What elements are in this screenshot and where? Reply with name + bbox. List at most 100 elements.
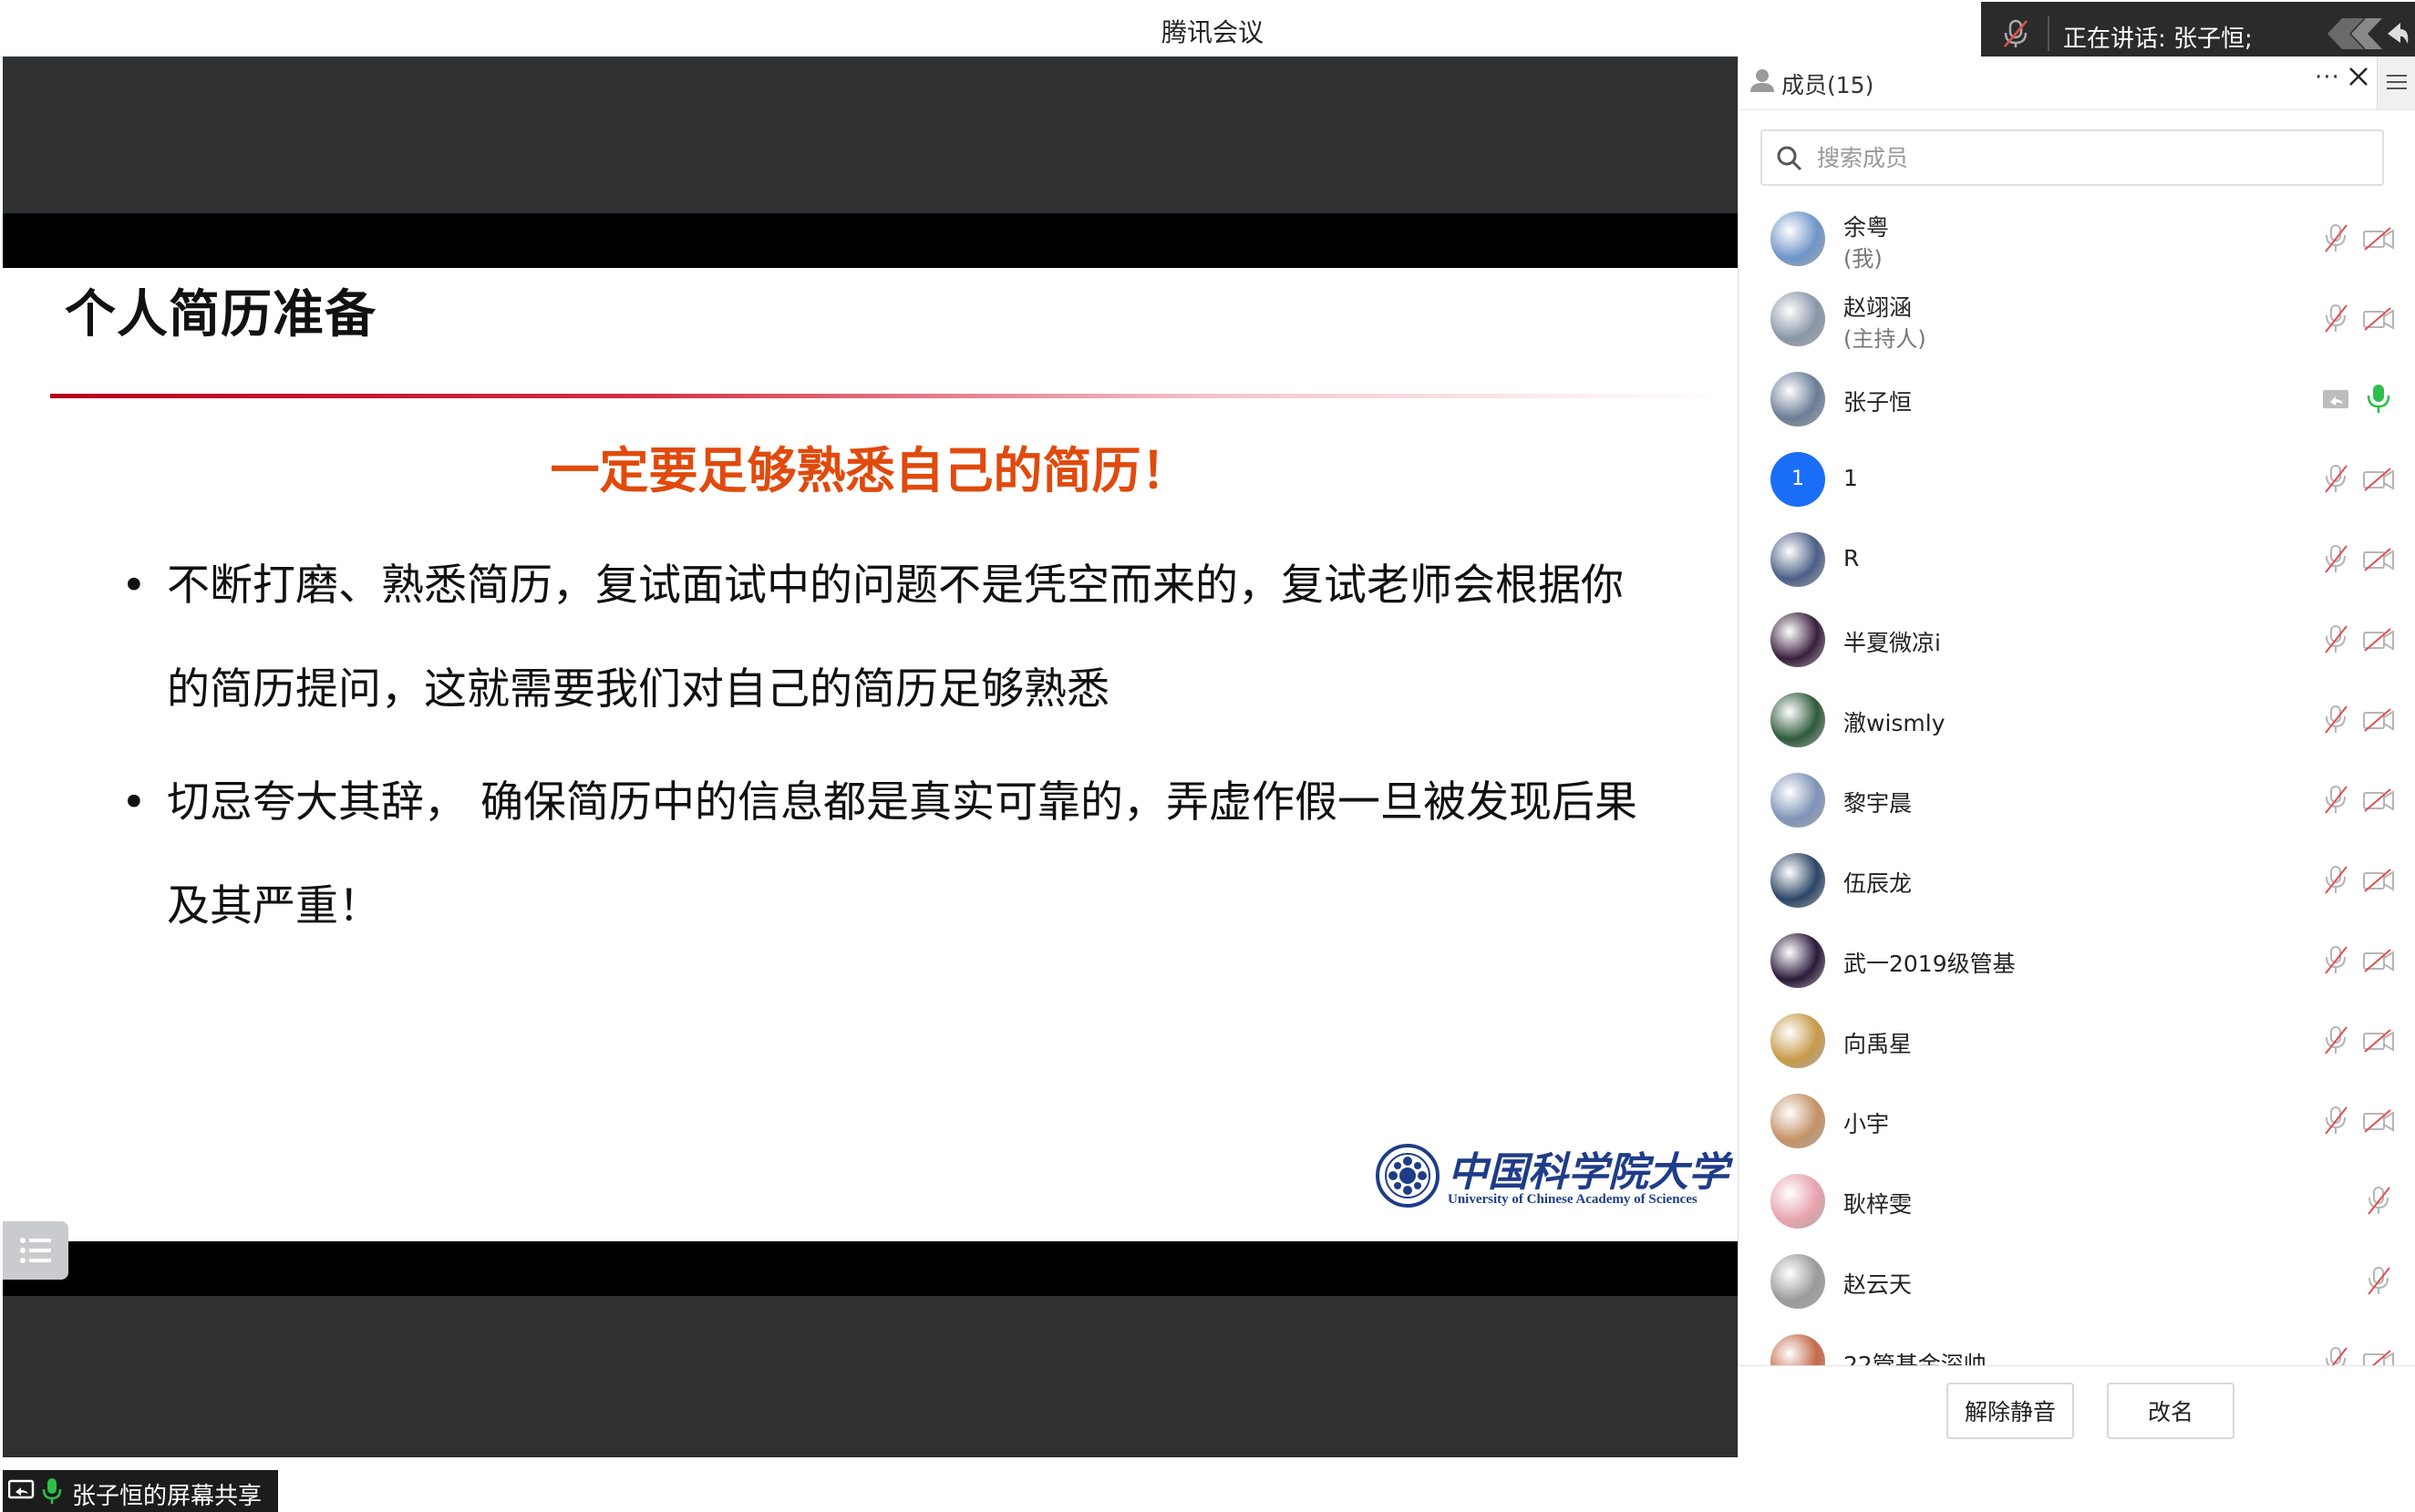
camera-off-icon[interactable] xyxy=(2363,707,2394,733)
slide-subtitle: 一定要足够熟悉自己的简历！ xyxy=(550,442,1191,499)
seal-icon xyxy=(1376,1144,1440,1208)
member-row[interactable]: 张子恒 xyxy=(1739,365,2415,445)
member-name: 小宇 xyxy=(1843,1111,1890,1137)
camera-off-icon[interactable] xyxy=(2363,306,2394,332)
mic-muted-icon[interactable] xyxy=(2322,463,2349,496)
screen-share-status: 张子恒的屏幕共享 xyxy=(3,1470,278,1512)
bullet-dot: • xyxy=(121,561,147,611)
bullet-dot: • xyxy=(121,777,147,828)
camera-off-icon[interactable] xyxy=(2363,627,2394,653)
menu-icon xyxy=(2387,75,2407,89)
mic-muted-icon[interactable] xyxy=(2322,1105,2349,1137)
member-name: 半夏微凉i xyxy=(1843,630,1941,656)
avatar xyxy=(1770,292,1825,346)
member-name: 黎宇晨 xyxy=(1843,790,1913,817)
bullet-line: 不断打磨、熟悉简历，复试面试中的问题不是凭空而来的，复试老师会根据你 xyxy=(167,561,1624,611)
title-underline xyxy=(50,394,1728,398)
person-icon xyxy=(1750,69,1774,92)
bullet-line: 及其严重！ xyxy=(167,881,381,931)
member-row[interactable]: 赵翊涵 (主持人) xyxy=(1739,284,2415,365)
university-logo: 中国科学院大学 University of Chinese Academy of… xyxy=(1375,1143,1729,1216)
member-name: 伍辰龙 xyxy=(1843,870,1913,897)
logo-english-name: University of Chinese Academy of Science… xyxy=(1448,1192,1698,1207)
mic-muted-icon[interactable] xyxy=(2322,623,2349,656)
member-row[interactable]: 余粤 (我) xyxy=(1739,204,2415,284)
members-title: 成员(15) xyxy=(1781,72,1874,98)
members-panel: 成员(15) ··· 余粤 (我) 赵翊涵 (主持人) 张子恒 11 R 半夏微凉i 澈wism… xyxy=(1738,57,2415,1458)
member-row[interactable]: 耿梓雯 xyxy=(1739,1167,2415,1247)
panel-footer: 解除静音 改名 xyxy=(1739,1365,2415,1458)
avatar xyxy=(1770,532,1825,587)
speaking-text: 正在讲话: 张子恒; xyxy=(2063,26,2253,53)
mic-muted-icon[interactable] xyxy=(2363,1265,2394,1298)
member-name: 张子恒 xyxy=(1843,389,1913,416)
avatar xyxy=(1770,933,1825,988)
member-name: 向禹星 xyxy=(1843,1031,1913,1057)
member-role: (我) xyxy=(1843,246,1883,272)
mic-muted-icon xyxy=(2004,19,2028,47)
avatar xyxy=(1770,1254,1825,1309)
panel-header: 成员(15) ··· xyxy=(1739,57,2415,110)
member-name: R xyxy=(1843,545,1860,571)
mic-on-icon[interactable] xyxy=(2363,383,2394,416)
camera-off-icon[interactable] xyxy=(2363,787,2394,813)
avatar: 1 xyxy=(1770,452,1825,507)
camera-off-icon[interactable] xyxy=(2363,1108,2394,1134)
avatar xyxy=(1770,1174,1825,1229)
member-name: 耿梓雯 xyxy=(1843,1191,1913,1218)
mic-muted-icon[interactable] xyxy=(2322,303,2349,335)
panel-side-tab[interactable] xyxy=(2377,57,2415,109)
mic-muted-icon[interactable] xyxy=(2363,1185,2394,1218)
member-name: 余粤 xyxy=(1843,214,1890,241)
avatar xyxy=(1770,211,1825,266)
avatar xyxy=(1770,693,1825,747)
rename-button[interactable]: 改名 xyxy=(2107,1383,2234,1439)
member-row[interactable]: 伍辰龙 xyxy=(1739,846,2415,926)
member-row[interactable]: 小宇 xyxy=(1739,1086,2415,1167)
member-list: 余粤 (我) 赵翊涵 (主持人) 张子恒 1 1 R 半夏微凉i 澈wismly 黎宇晨伍辰龙武一2… xyxy=(1739,204,2415,1422)
avatar xyxy=(1770,1013,1825,1068)
member-row[interactable]: 11 xyxy=(1739,445,2415,525)
camera-off-icon[interactable] xyxy=(2363,948,2394,973)
screen-share-label: 张子恒的屏幕共享 xyxy=(72,1483,263,1510)
member-row[interactable]: 向禹星 xyxy=(1739,1006,2415,1086)
bullet-item: • 不断打磨、熟悉简历，复试面试中的问题不是凭空而来的，复试老师会根据你 的简历… xyxy=(121,534,1680,742)
avatar xyxy=(1770,372,1825,427)
camera-off-icon[interactable] xyxy=(2363,1028,2394,1054)
member-row[interactable]: 澈wismly xyxy=(1739,685,2415,766)
mic-muted-icon[interactable] xyxy=(2322,704,2349,736)
member-row[interactable]: 赵云天 xyxy=(1739,1247,2415,1327)
screen-share-icon xyxy=(2323,390,2348,408)
more-icon[interactable]: ··· xyxy=(2315,64,2340,91)
mic-muted-icon[interactable] xyxy=(2322,222,2349,255)
mic-muted-icon[interactable] xyxy=(2322,543,2349,576)
camera-off-icon[interactable] xyxy=(2363,547,2394,572)
member-row[interactable]: 黎宇晨 xyxy=(1739,766,2415,846)
outline-button[interactable] xyxy=(3,1221,68,1280)
mic-muted-icon[interactable] xyxy=(2322,1024,2349,1057)
member-row[interactable]: 半夏微凉i xyxy=(1739,605,2415,685)
member-name: 澈wismly xyxy=(1843,710,1945,736)
collapse-icon[interactable] xyxy=(2327,15,2410,53)
slide-title: 个人简历准备 xyxy=(65,285,377,345)
member-row[interactable]: 武一2019级管基 xyxy=(1739,926,2415,1006)
camera-off-icon[interactable] xyxy=(2363,868,2394,893)
member-name: 武一2019级管基 xyxy=(1843,951,2016,977)
close-icon[interactable] xyxy=(2348,66,2369,87)
unmute-button[interactable]: 解除静音 xyxy=(1946,1383,2074,1439)
camera-off-icon[interactable] xyxy=(2363,467,2394,492)
mic-muted-icon[interactable] xyxy=(2322,944,2349,977)
avatar xyxy=(1770,1094,1825,1148)
avatar xyxy=(1770,773,1825,828)
member-name: 赵翊涵 xyxy=(1843,294,1913,321)
member-search xyxy=(1760,129,2384,186)
search-input[interactable] xyxy=(1815,139,2366,177)
member-row[interactable]: R xyxy=(1739,525,2415,605)
camera-off-icon[interactable] xyxy=(2363,226,2394,252)
mic-muted-icon[interactable] xyxy=(2322,864,2349,897)
mic-muted-icon[interactable] xyxy=(2322,784,2349,817)
logo-chinese-name: 中国科学院大学 xyxy=(1448,1149,1729,1196)
avatar xyxy=(1770,853,1825,908)
search-icon xyxy=(1777,146,1802,171)
screen-share-icon xyxy=(8,1479,35,1499)
